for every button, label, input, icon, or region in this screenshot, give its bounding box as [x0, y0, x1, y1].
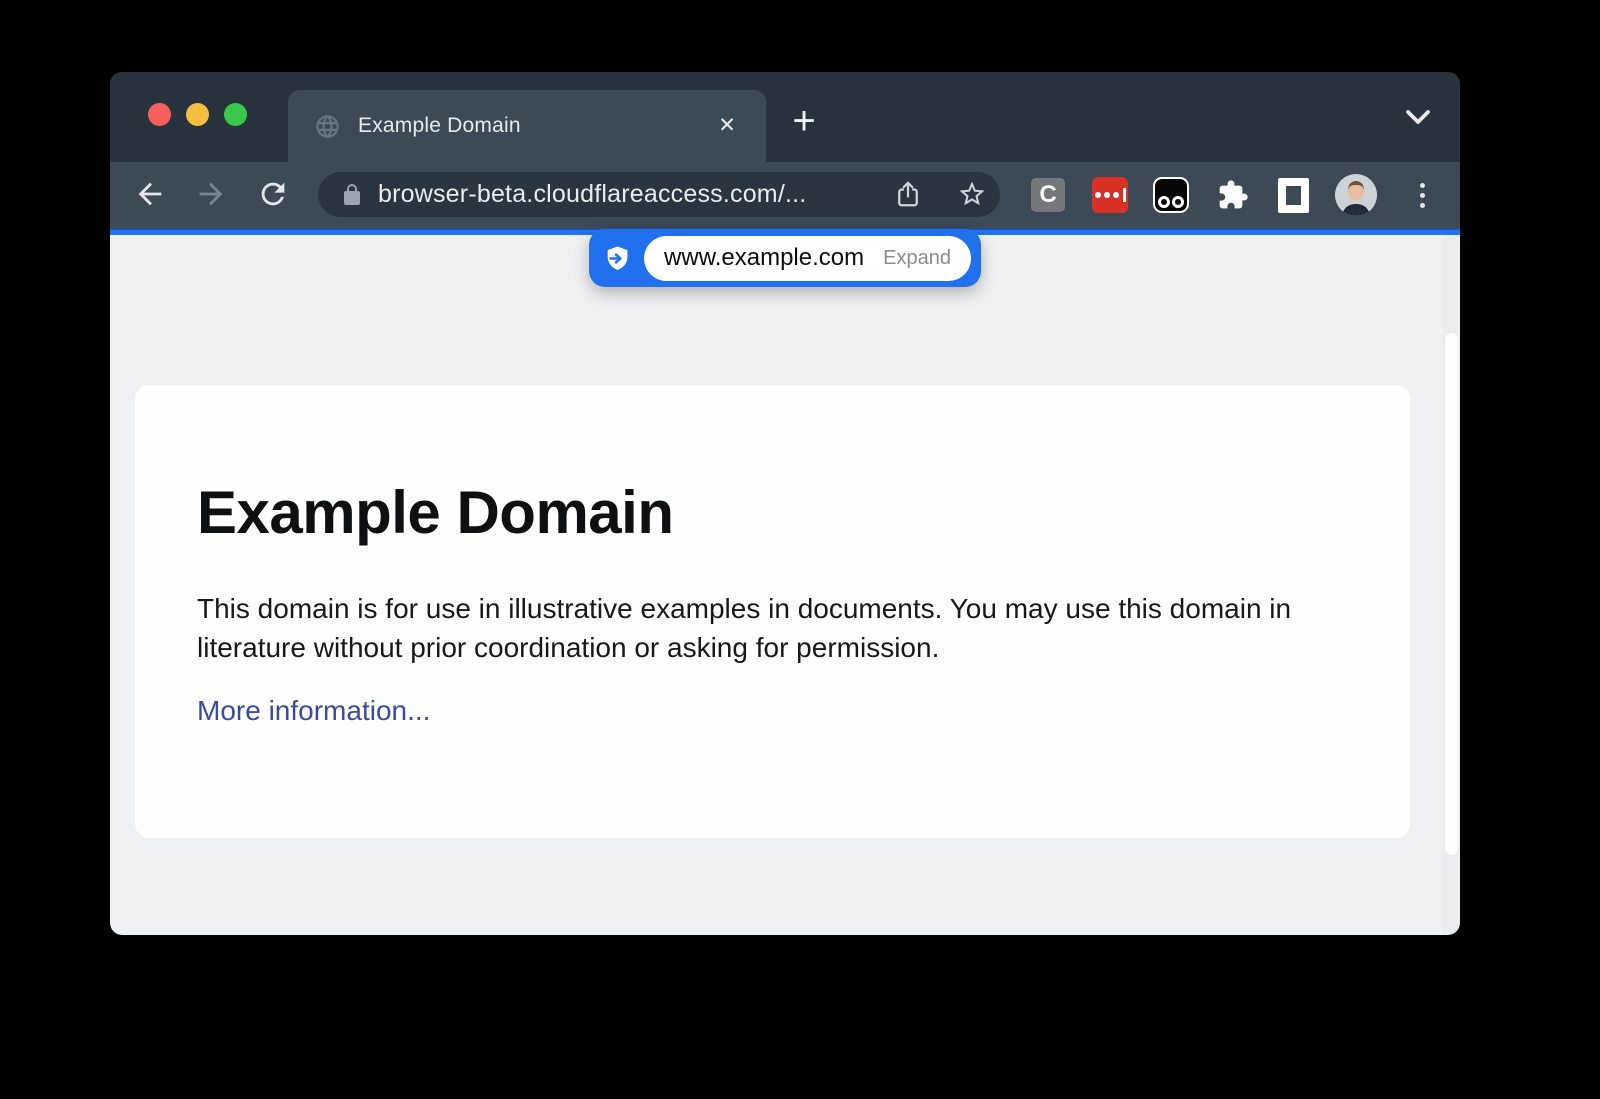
extension-c-button[interactable]: C	[1026, 173, 1070, 217]
browser-menu-button[interactable]	[1404, 174, 1440, 216]
isolated-host-pill[interactable]: www.example.com Expand	[644, 236, 971, 281]
new-tab-button[interactable]: +	[782, 99, 826, 143]
back-arrow-icon	[133, 177, 167, 211]
more-information-link[interactable]: More information...	[197, 695, 430, 727]
browser-window: Example Domain ✕ +	[110, 72, 1460, 935]
share-button[interactable]	[890, 177, 926, 213]
reload-button[interactable]	[252, 174, 294, 216]
lastpass-icon	[1092, 177, 1128, 213]
frame-icon	[1278, 178, 1309, 213]
isolated-host-text: www.example.com	[664, 244, 864, 272]
profile-avatar[interactable]	[1335, 174, 1377, 216]
page-paragraph: This domain is for use in illustrative e…	[197, 589, 1357, 667]
omnibox[interactable]: browser-beta.cloudflareaccess.com/...	[318, 172, 1000, 217]
avatar-photo	[1335, 174, 1377, 216]
scrollbar-thumb[interactable]	[1444, 332, 1459, 856]
back-button[interactable]	[129, 174, 171, 216]
isolation-pill: www.example.com Expand	[589, 229, 981, 287]
goggles-icon	[1153, 177, 1189, 213]
tab-title: Example Domain	[358, 114, 521, 138]
traffic-light-maximize[interactable]	[224, 103, 247, 126]
puzzle-icon	[1217, 179, 1249, 211]
extensions-menu-button[interactable]	[1211, 173, 1255, 217]
tab-close-button[interactable]: ✕	[710, 109, 744, 143]
kebab-menu-icon	[1420, 183, 1425, 188]
extension-c-icon: C	[1031, 178, 1065, 212]
shield-arrow-icon	[604, 245, 631, 272]
lock-icon[interactable]	[340, 183, 364, 207]
star-icon	[957, 179, 987, 209]
traffic-light-close[interactable]	[148, 103, 171, 126]
scrollbar-track[interactable]	[1443, 235, 1460, 935]
bookmark-star-button[interactable]	[954, 177, 990, 213]
tab-bar: Example Domain ✕ +	[110, 72, 1460, 162]
extension-goggles-button[interactable]	[1149, 173, 1193, 217]
expand-button[interactable]: Expand	[883, 247, 951, 270]
extension-lastpass-button[interactable]	[1088, 173, 1132, 217]
page-content: www.example.com Expand Example Domain Th…	[110, 235, 1460, 935]
tab-example-domain[interactable]: Example Domain ✕	[288, 90, 766, 162]
share-icon	[893, 179, 923, 209]
page-title: Example Domain	[197, 481, 1410, 545]
forward-button[interactable]	[190, 174, 232, 216]
extension-frame-button[interactable]	[1271, 173, 1315, 217]
globe-icon	[314, 113, 341, 140]
traffic-light-minimize[interactable]	[186, 103, 209, 126]
tab-search-button[interactable]	[1398, 105, 1438, 131]
url-text: browser-beta.cloudflareaccess.com/...	[378, 180, 806, 209]
forward-arrow-icon	[194, 177, 228, 211]
reload-icon	[256, 177, 290, 211]
example-domain-card: Example Domain This domain is for use in…	[135, 385, 1410, 838]
toolbar: browser-beta.cloudflareaccess.com/... C	[110, 162, 1460, 228]
chevron-down-icon	[1403, 107, 1433, 127]
